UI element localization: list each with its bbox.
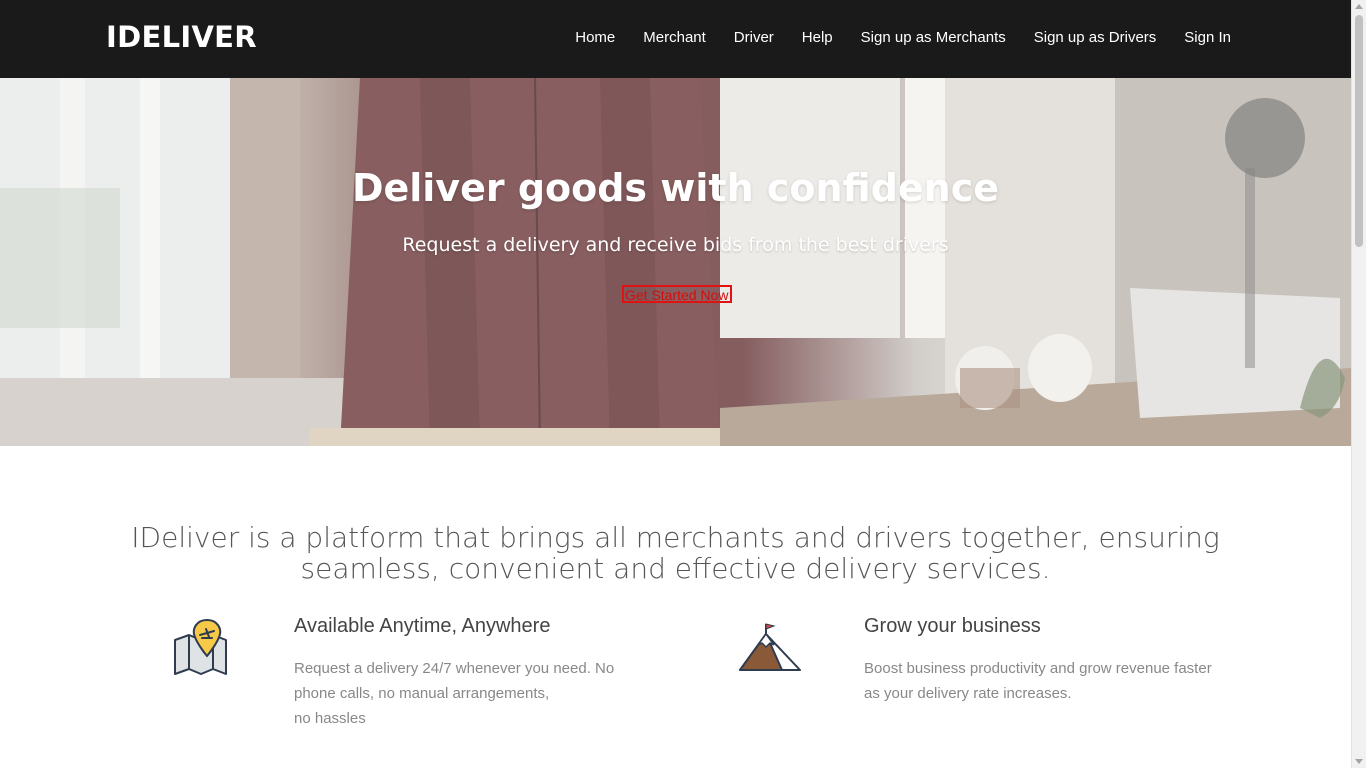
feature-description-line: no hassles [294, 710, 366, 727]
feature-title: Grow your business [864, 615, 1041, 637]
top-navbar: IDELIVER Home Merchant Driver Help Sign … [0, 0, 1351, 78]
feature-description-line: Request a delivery 24/7 whenever you nee… [294, 660, 615, 677]
nav-merchant[interactable]: Merchant [643, 29, 706, 46]
hero-subtitle: Request a delivery and receive bids from… [402, 234, 949, 256]
feature-description-line: phone calls, no manual arrangements, [294, 685, 550, 702]
brand-logo[interactable]: IDELIVER [106, 20, 257, 54]
feature-description-line: Boost business productivity and grow rev… [864, 660, 1212, 677]
nav-menu: Home Merchant Driver Help Sign up as Mer… [575, 29, 1231, 46]
feature-title: Available Anytime, Anywhere [294, 615, 551, 637]
scroll-up-arrow-icon[interactable] [1355, 4, 1363, 9]
scroll-down-arrow-icon[interactable] [1355, 759, 1363, 764]
feature-description: Boost business productivity and grow rev… [864, 656, 1234, 706]
nav-driver[interactable]: Driver [734, 29, 774, 46]
hero-title: Deliver goods with confidence [351, 166, 1000, 210]
feature-description-line: as your delivery rate increases. [864, 685, 1072, 702]
feature-description: Request a delivery 24/7 whenever you nee… [294, 656, 634, 731]
get-started-button[interactable]: Get Started Now [622, 285, 732, 303]
scrollbar-thumb[interactable] [1355, 15, 1363, 247]
intro-statement: IDeliver is a platform that brings all m… [131, 521, 1220, 585]
nav-signup-drivers[interactable]: Sign up as Drivers [1034, 29, 1157, 46]
nav-signup-merchants[interactable]: Sign up as Merchants [861, 29, 1006, 46]
hero-section: Deliver goods with confidence Request a … [0, 78, 1351, 446]
nav-help[interactable]: Help [802, 29, 833, 46]
map-pin-icon [174, 618, 227, 675]
nav-sign-in[interactable]: Sign In [1184, 29, 1231, 46]
mountain-flag-icon [739, 623, 801, 671]
page-scrollbar[interactable] [1351, 0, 1366, 768]
nav-home[interactable]: Home [575, 29, 615, 46]
hero-overlay [0, 78, 1351, 446]
